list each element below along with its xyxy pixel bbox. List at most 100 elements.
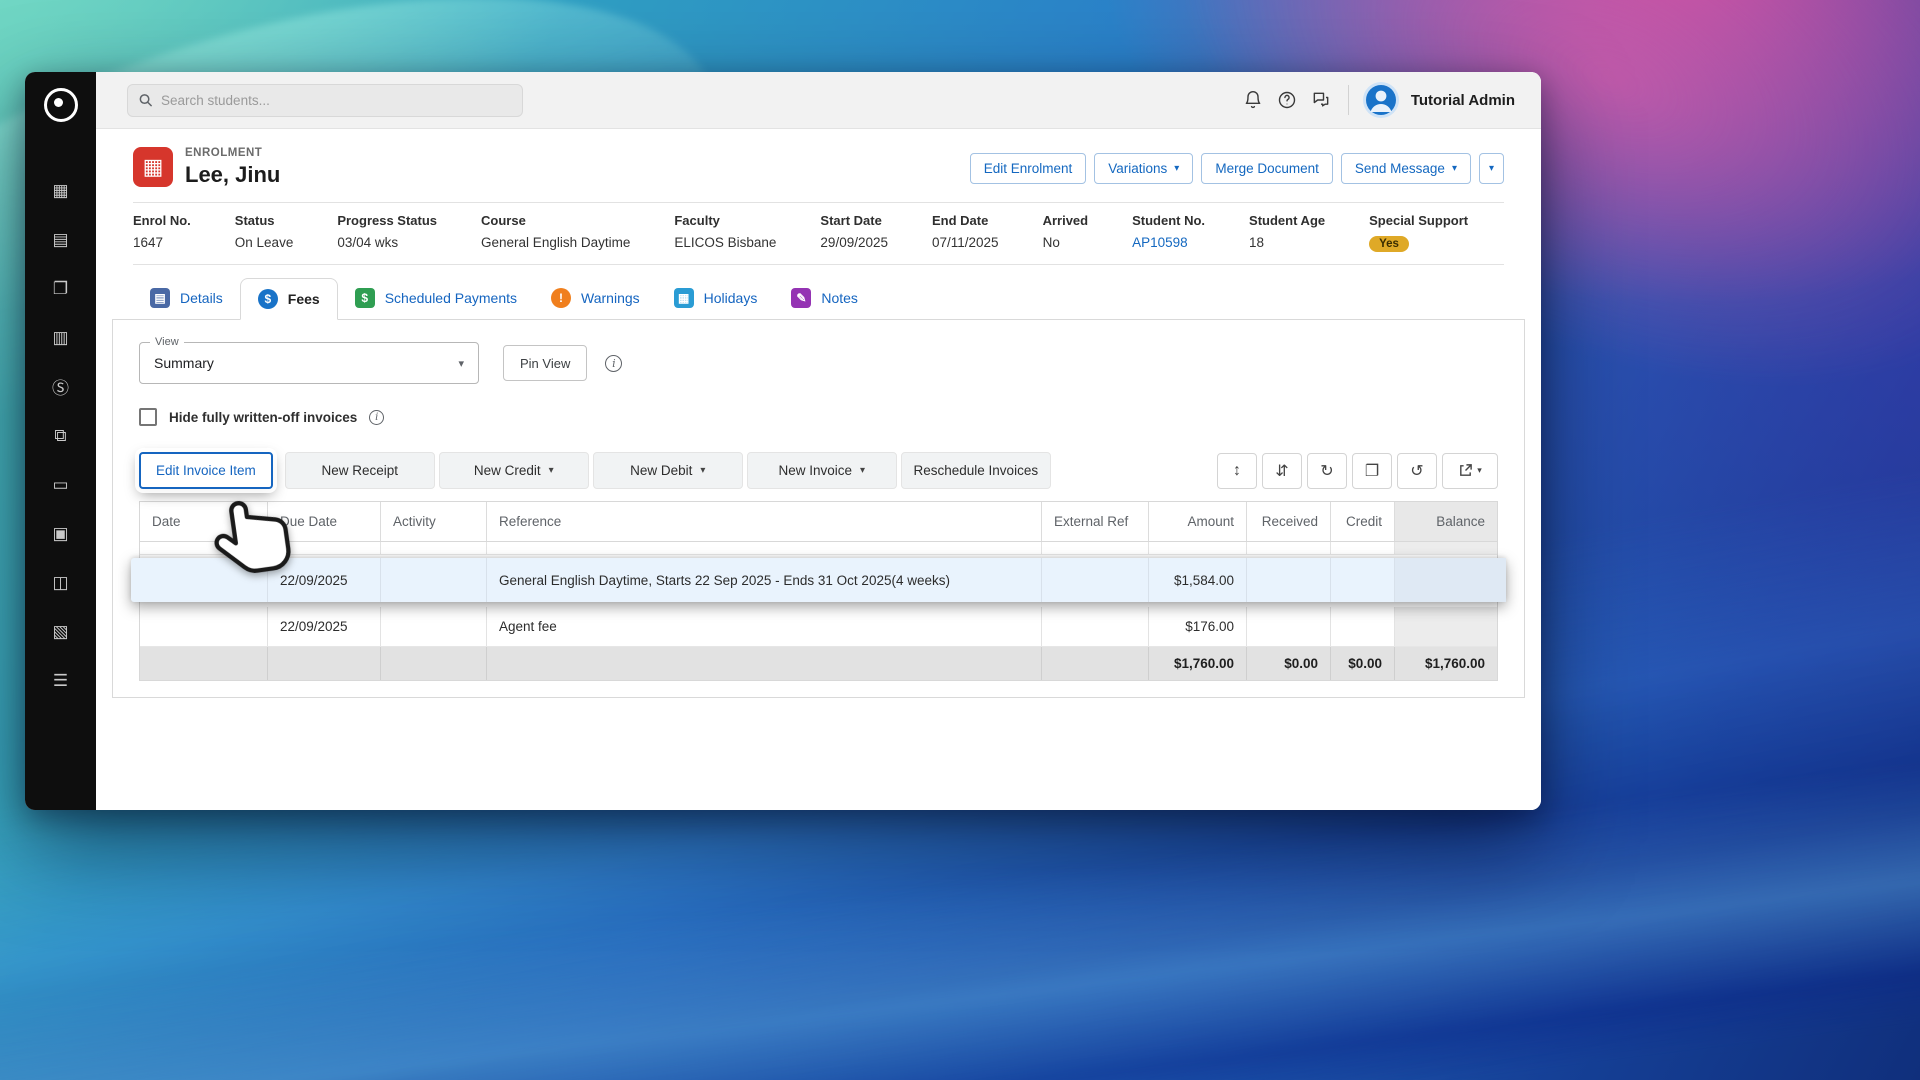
duplicate-button[interactable]: ❐ [1352, 452, 1392, 489]
sidebar-item-agents[interactable]: ▣ [25, 509, 96, 558]
scheduled-payments-icon: $ [354, 288, 375, 308]
expand-rows-button[interactable]: ↕ [1217, 452, 1257, 489]
info-value: 03/04 wks [337, 235, 399, 250]
table-totals-row: $1,760.00 $0.00 $0.00 $1,760.00 [140, 647, 1497, 680]
send-message-button[interactable]: Send Message ▾ [1340, 153, 1471, 184]
hide-written-off-checkbox[interactable] [139, 408, 157, 426]
help-button[interactable] [1270, 83, 1304, 117]
chat-icon [1313, 92, 1329, 107]
cell-date [140, 607, 268, 646]
edit-enrolment-button[interactable]: Edit Enrolment [969, 153, 1087, 184]
collapse-rows-button[interactable]: ⇵ [1262, 452, 1302, 489]
view-select-value: Summary [154, 355, 214, 371]
new-credit-button[interactable]: New Credit ▾ [438, 452, 589, 489]
col-date[interactable]: Date [140, 502, 268, 541]
info-start-date: Start Date 29/09/2025 [820, 213, 888, 252]
students-icon: ▤ [52, 229, 69, 249]
col-external-ref[interactable]: External Ref [1042, 502, 1149, 541]
tab-fees[interactable]: $ Fees [239, 278, 338, 320]
refresh-button[interactable]: ↻ [1307, 452, 1347, 489]
button-label: New Credit [473, 463, 541, 478]
sidebar-item-library[interactable]: ▭ [25, 460, 96, 509]
tab-notes[interactable]: ✎ Notes [774, 277, 875, 319]
tab-details[interactable]: ▤ Details [133, 277, 240, 319]
search-input[interactable] [161, 92, 512, 108]
tab-label: Warnings [581, 290, 640, 306]
sidebar-item-settings[interactable]: ☰ [25, 656, 96, 705]
info-faculty: Faculty ELICOS Bisbane [674, 213, 776, 252]
tab-warnings[interactable]: ! Warnings [534, 277, 657, 319]
variations-button[interactable]: Variations ▾ [1094, 153, 1194, 184]
col-received[interactable]: Received [1247, 502, 1331, 541]
main-area: Tutorial Admin ▦ ENROLMENT Lee, Jinu Edi… [96, 72, 1541, 810]
info-label: Enrol No. [133, 213, 191, 228]
details-icon: ▤ [150, 288, 170, 308]
view-select[interactable]: View Summary ▾ [139, 336, 479, 384]
info-value: 07/11/2025 [932, 235, 999, 250]
student-no-link[interactable]: AP10598 [1132, 235, 1205, 250]
page-title: Lee, Jinu [185, 162, 281, 187]
info-label: Student No. [1132, 213, 1206, 228]
sidebar-item-classes[interactable]: ▥ [25, 313, 96, 362]
history-button[interactable]: ↺ [1397, 452, 1437, 489]
enrolment-glyph: ▦ [142, 154, 164, 179]
app-logo-icon[interactable] [43, 88, 78, 122]
sidebar-item-students[interactable]: ▤ [25, 215, 96, 264]
tab-label: Holidays [703, 290, 758, 306]
merge-document-button[interactable]: Merge Document [1201, 153, 1333, 184]
library-icon: ▭ [52, 474, 69, 494]
col-due-date[interactable]: Due Date [268, 502, 381, 541]
dashboard-icon: ▦ [52, 180, 69, 200]
tab-scheduled-payments[interactable]: $ Scheduled Payments [338, 277, 534, 319]
cell-reference: Agent fee [487, 607, 1042, 646]
total-received: $0.00 [1247, 647, 1331, 680]
table-header-row: Date Due Date Activity Reference Externa… [140, 502, 1497, 542]
pin-view-button[interactable]: Pin View [503, 345, 588, 381]
col-credit[interactable]: Credit [1331, 502, 1395, 541]
view-info-icon[interactable]: i [605, 354, 623, 372]
new-debit-button[interactable]: New Debit ▾ [592, 452, 743, 489]
info-label: Course [481, 213, 526, 228]
edit-invoice-item-button[interactable]: Edit Invoice Item [139, 452, 273, 489]
chevron-down-icon: ▾ [1488, 163, 1494, 174]
table-row-clipped[interactable] [140, 542, 1497, 555]
table-row-agent-fee[interactable]: 22/09/2025 Agent fee $176.00 [140, 607, 1497, 647]
table-row-invoice-highlighted[interactable]: 22/09/2025 General English Daytime, Star… [131, 558, 1506, 602]
info-value: On Leave [234, 235, 294, 250]
reschedule-invoices-button[interactable]: Reschedule Invoices [900, 452, 1051, 489]
tab-label: Notes [821, 290, 858, 306]
sidebar-item-enrolments[interactable]: ❐ [25, 264, 96, 313]
sidebar-item-invoices[interactable]: Ⓢ [25, 362, 96, 411]
sidebar-item-courses[interactable]: ⧉ [25, 411, 96, 460]
status-badge: Yes [1369, 236, 1409, 252]
export-button[interactable]: ▾ [1442, 452, 1498, 489]
tab-bar: ▤ Details $ Fees $ Scheduled Payments ! … [133, 277, 1525, 320]
col-amount[interactable]: Amount [1149, 502, 1247, 541]
written-off-info-icon[interactable]: i [369, 409, 385, 425]
sidebar-item-staff[interactable]: ◫ [25, 558, 96, 607]
sidebar-item-dashboard[interactable]: ▦ [25, 166, 96, 215]
sidebar-item-reports[interactable]: ▧ [25, 607, 96, 656]
tab-holidays[interactable]: ▦ Holidays [657, 277, 775, 319]
info-value: 18 [1249, 235, 1265, 250]
info-value: General English Daytime [481, 235, 631, 250]
chat-button[interactable] [1304, 83, 1338, 117]
chevron-down-icon: ▾ [860, 465, 866, 476]
cell-reference: General English Daytime, Starts 22 Sep 2… [487, 558, 1042, 602]
notifications-button[interactable] [1236, 83, 1270, 117]
col-balance[interactable]: Balance [1395, 502, 1497, 541]
button-label: Edit Invoice Item [156, 463, 256, 478]
new-invoice-button[interactable]: New Invoice ▾ [746, 452, 897, 489]
button-label: New Receipt [321, 463, 399, 478]
info-student-age: Student Age 18 [1249, 213, 1325, 252]
new-receipt-button[interactable]: New Receipt [284, 452, 435, 489]
enrolment-icon: ▦ [133, 147, 173, 187]
col-reference[interactable]: Reference [487, 502, 1042, 541]
col-activity[interactable]: Activity [381, 502, 487, 541]
info-arrived: Arrived No [1043, 213, 1089, 252]
chevron-down-icon: ▾ [458, 357, 464, 370]
cell-amount: $1,584.00 [1149, 558, 1247, 602]
user-menu[interactable]: Tutorial Admin [1362, 82, 1515, 118]
button-label: Edit Enrolment [983, 161, 1073, 176]
more-actions-button[interactable]: ▾ [1478, 153, 1504, 184]
